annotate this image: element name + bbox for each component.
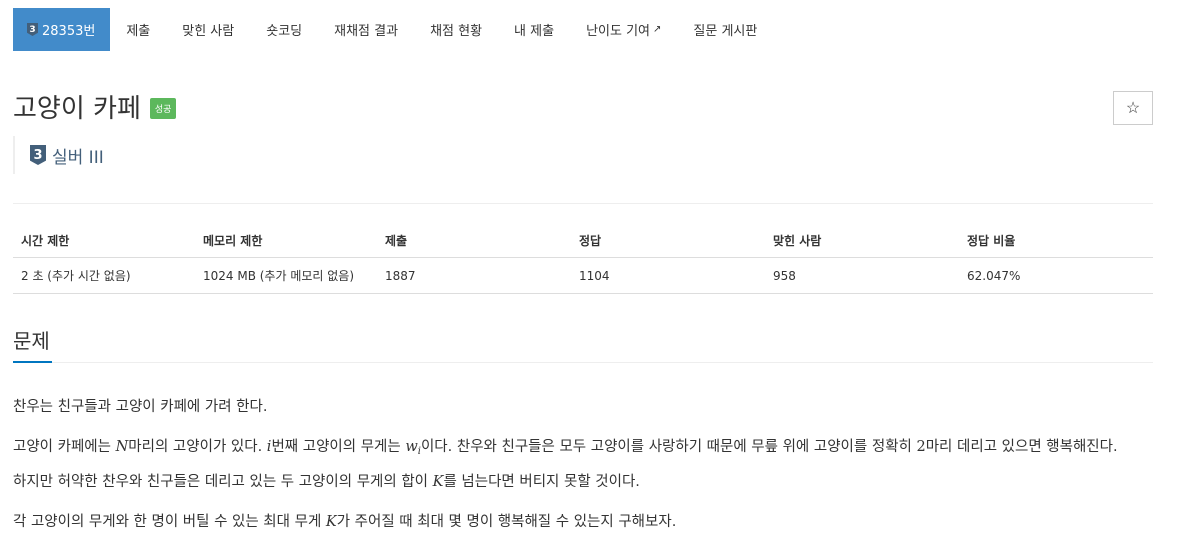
header-memory-limit: 메모리 제한 <box>203 234 263 248</box>
tab-difficulty-label: 난이도 기여 <box>586 24 650 39</box>
tab-problem-number[interactable]: 3 28353번 <box>13 8 111 51</box>
silver-tier-icon-large: 3 <box>30 145 46 165</box>
memory-limit-value: 1024 MB (추가 메모리 없음) <box>203 269 355 283</box>
silver-tier-icon: 3 <box>27 23 38 36</box>
problem-menu: 3 28353번 제출 맞힌 사람 숏코딩 재채점 결과 채점 현황 내 제출 … <box>13 8 773 51</box>
math-2: 2 <box>916 439 926 455</box>
tab-short-coding[interactable]: 숏코딩 <box>250 8 318 51</box>
solved-users-value: 958 <box>773 268 796 283</box>
tab-difficulty-contribution[interactable]: 난이도 기여 ↗ <box>570 8 677 51</box>
section-title: 문제 <box>13 326 52 363</box>
header-accept-ratio: 정답 비율 <box>967 234 1016 248</box>
math-N: N <box>115 439 129 455</box>
math-w: wi <box>405 439 421 457</box>
problem-title: 고양이 카페 <box>13 94 141 124</box>
status-badge: 성공 <box>149 98 177 119</box>
tab-question-board[interactable]: 질문 게시판 <box>677 8 773 51</box>
tier-label[interactable]: 실버 III <box>52 143 104 168</box>
problem-tier: 3 실버 III <box>13 136 104 174</box>
favorite-star-button[interactable]: ☆ <box>1113 91 1153 125</box>
math-K-2: K <box>325 514 337 530</box>
problem-info-table: 시간 제한 메모리 제한 제출 정답 맞힌 사람 정답 비율 2 초 (추가 시… <box>13 224 1153 294</box>
statement-paragraph-1: 찬우는 친구들과 고양이 카페에 가려 한다. <box>13 399 268 415</box>
time-limit-value: 2 초 (추가 시간 없음) <box>21 269 131 283</box>
math-K: K <box>432 474 444 490</box>
star-icon: ☆ <box>1125 100 1141 117</box>
accepted-value: 1104 <box>579 268 610 283</box>
header-submissions: 제출 <box>385 234 408 248</box>
tab-my-submissions[interactable]: 내 제출 <box>498 8 570 51</box>
tab-rejudge-results[interactable]: 재채점 결과 <box>318 8 414 51</box>
table-row: 2 초 (추가 시간 없음) 1024 MB (추가 메모리 없음) 1887 … <box>13 258 1153 294</box>
statement-paragraph-3: 각 고양이의 무게와 한 명이 버틸 수 있는 최대 무게 K가 주어질 때 최… <box>13 514 677 530</box>
tab-submit[interactable]: 제출 <box>110 8 166 51</box>
problem-description: 찬우는 친구들과 고양이 카페에 가려 한다. 고양이 카페에는 N마리의 고양… <box>13 392 1163 547</box>
problem-number-label: 28353번 <box>42 24 96 39</box>
header-accepted: 정답 <box>579 234 602 248</box>
tab-judge-status[interactable]: 채점 현황 <box>414 8 498 51</box>
accept-ratio-value: 62.047% <box>967 268 1021 283</box>
statement-paragraph-2: 고양이 카페에는 N마리의 고양이가 있다. i번째 고양이의 무게는 wi이다… <box>13 439 1118 490</box>
divider <box>13 203 1153 204</box>
header-solved-users: 맞힌 사람 <box>773 234 822 248</box>
tab-accepted-users[interactable]: 맞힌 사람 <box>166 8 250 51</box>
external-link-icon: ↗ <box>653 24 662 35</box>
header-time-limit: 시간 제한 <box>21 234 70 248</box>
table-header-row: 시간 제한 메모리 제한 제출 정답 맞힌 사람 정답 비율 <box>13 224 1153 258</box>
submissions-value: 1887 <box>385 268 416 283</box>
problem-section-header: 문제 <box>13 326 1153 363</box>
problem-header: 고양이 카페 성공 <box>13 88 177 125</box>
